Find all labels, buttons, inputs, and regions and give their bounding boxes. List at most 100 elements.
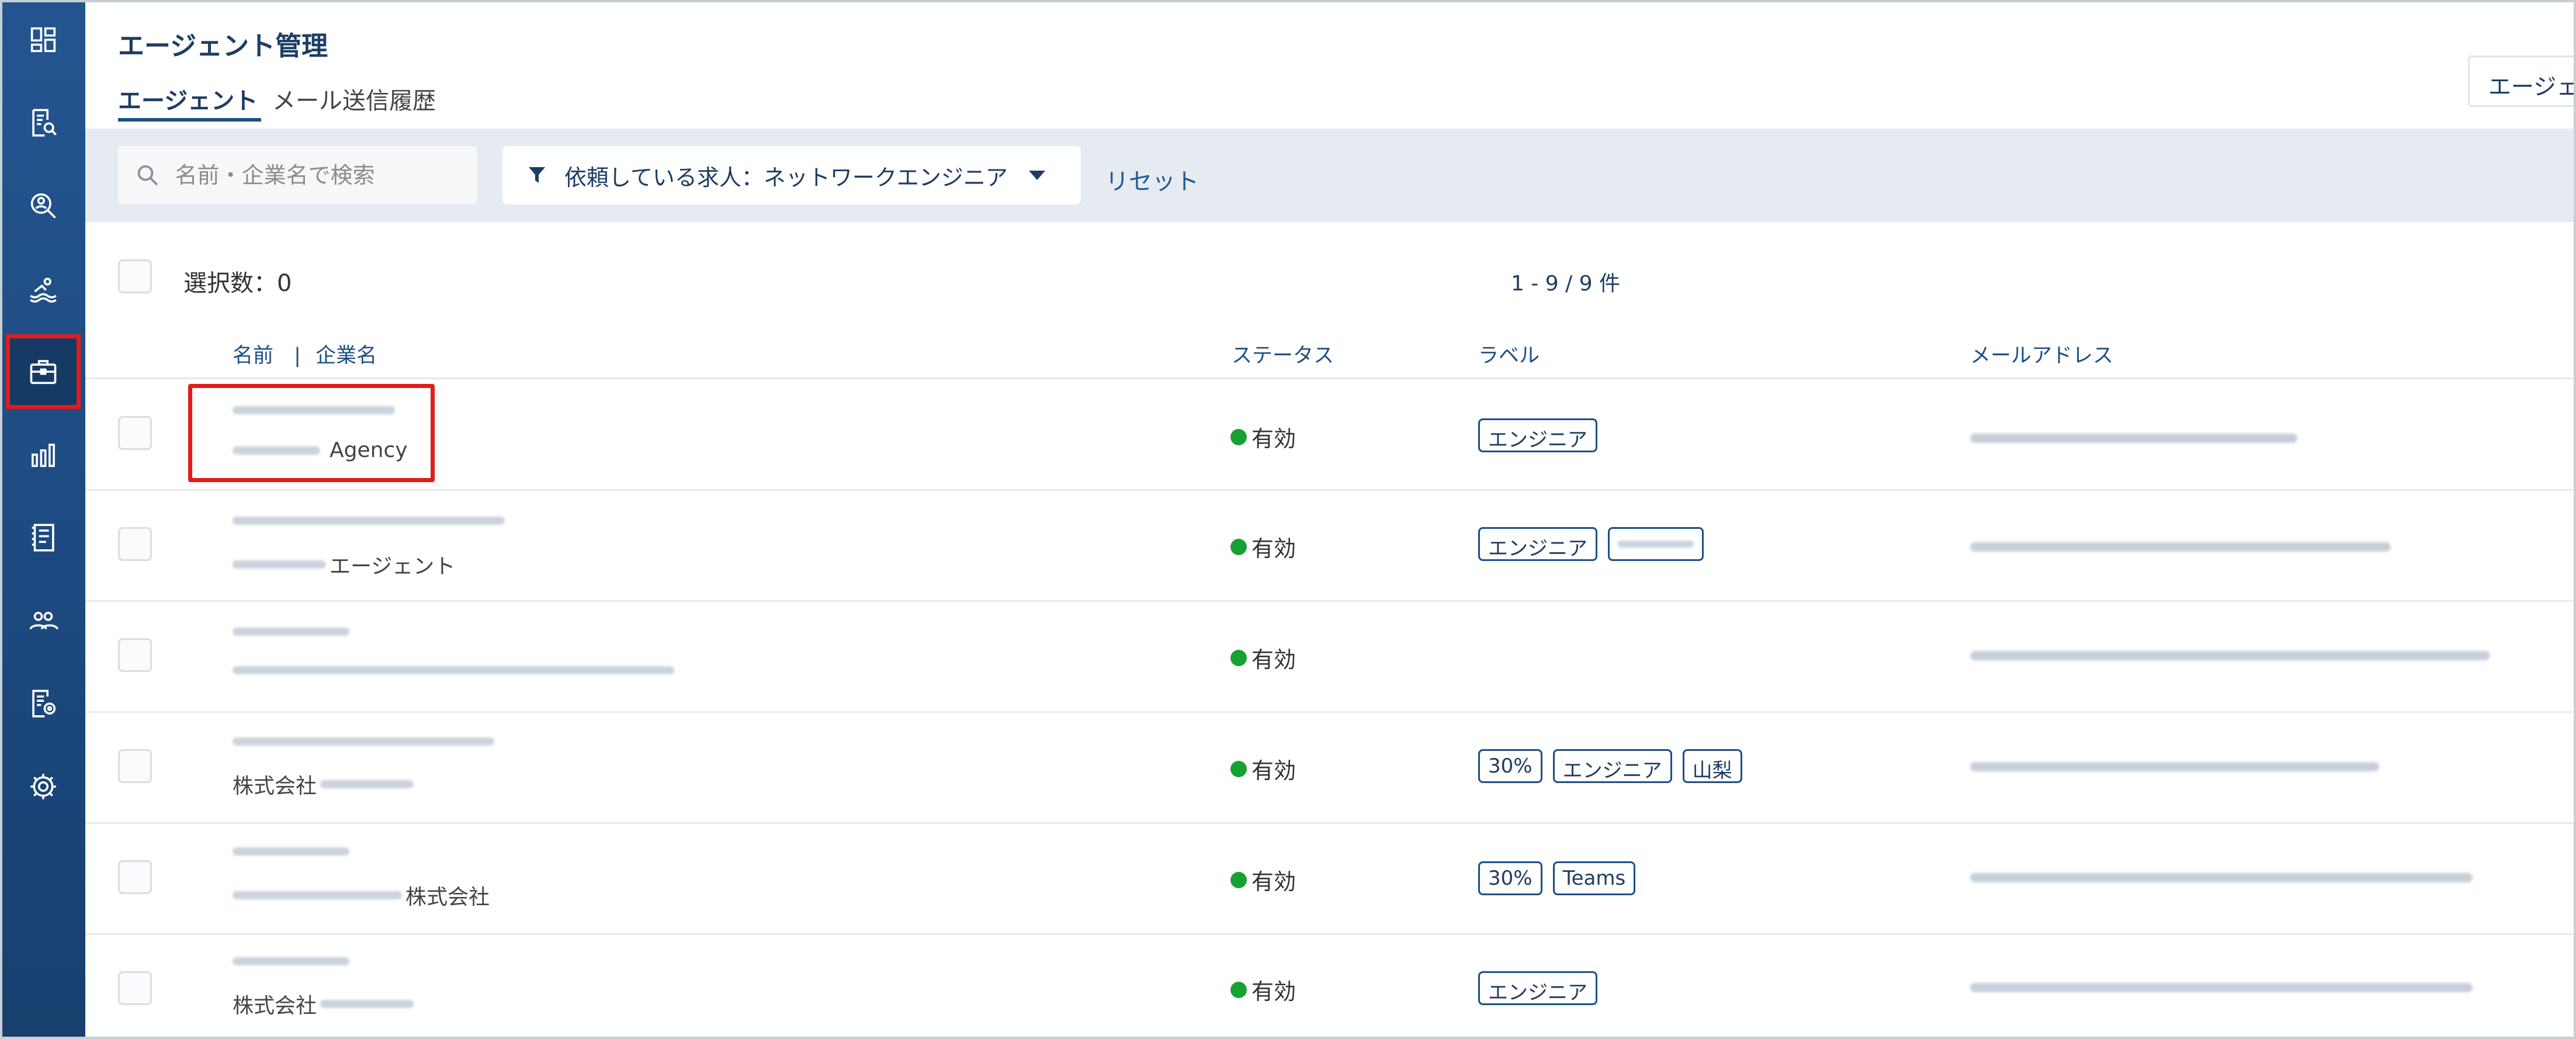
email-redacted: [1970, 651, 2490, 660]
label-tag[interactable]: エンジニア: [1478, 527, 1597, 561]
company-suffix: エージェント: [330, 555, 456, 579]
table-row[interactable]: エージェント 有効 エンジニア: [85, 491, 2576, 602]
sidebar-item-dashboard[interactable]: [6, 2, 81, 77]
email-redacted: [1970, 983, 2473, 992]
page-title: エージェント管理: [118, 30, 328, 61]
caret-down-icon: [1028, 171, 1045, 180]
agent-name-redacted: [233, 517, 505, 525]
label-tag[interactable]: Teams: [1552, 861, 1636, 895]
column-header-email[interactable]: メールアドレス: [1970, 339, 2113, 369]
highlight-box: [188, 384, 435, 482]
agent-action-button[interactable]: エージェ: [2468, 56, 2576, 107]
company-prefix: 株式会社: [233, 774, 317, 798]
sidebar-item-person-search[interactable]: [6, 168, 81, 243]
email-redacted: [1970, 542, 2391, 552]
sidebar-item-analytics[interactable]: [6, 417, 81, 492]
label-tag-redacted[interactable]: [1608, 527, 1704, 561]
page-header: エージェント管理 エージェント メール送信履歴 エージェ: [85, 0, 2576, 129]
selection-bar: 選択数：0 1 - 9 / 9 件: [85, 222, 2576, 330]
agent-name-redacted: [233, 737, 494, 746]
search-icon: [137, 165, 158, 186]
sidebar-item-settings[interactable]: [6, 749, 81, 824]
job-filter-dropdown[interactable]: 依頼している求人：ネットワークエンジニア: [502, 146, 1081, 205]
table-row[interactable]: 株式会社 有効 30% Teams: [85, 824, 2576, 935]
company-redacted: [233, 891, 402, 899]
label-list: 30% Teams: [1478, 861, 1636, 895]
email-redacted: [1970, 762, 2379, 771]
sidebar-item-book[interactable]: [6, 500, 81, 575]
agent-name-redacted: [233, 957, 349, 965]
company-name: エージェント: [233, 549, 455, 580]
company-redacted: [320, 1000, 414, 1008]
label-tag[interactable]: エンジニア: [1478, 418, 1597, 452]
sidebar-item-briefcase[interactable]: [6, 334, 81, 409]
row-checkbox[interactable]: [118, 860, 152, 894]
status-badge: 有効: [1230, 864, 1296, 896]
sidebar-item-users[interactable]: [6, 583, 81, 658]
table-row[interactable]: 株式会社 有効 エンジニア: [85, 935, 2576, 1039]
agent-name-redacted: [233, 847, 349, 856]
company-prefix: 株式会社: [233, 994, 317, 1018]
status-badge: 有効: [1230, 531, 1296, 563]
status-badge: 有効: [1230, 642, 1296, 674]
status-dot: [1230, 871, 1247, 888]
search-input[interactable]: [175, 162, 477, 188]
status-dot: [1230, 981, 1247, 998]
status-dot: [1230, 760, 1247, 777]
job-filter-label: 依頼している求人：ネットワークエンジニア: [564, 164, 1008, 191]
column-header-labels[interactable]: ラベル: [1478, 339, 1540, 369]
bar-chart-icon: [32, 444, 55, 467]
label-redacted: [1618, 541, 1694, 548]
status-text: 有効: [1251, 979, 1296, 1005]
sidebar-item-document-settings[interactable]: [6, 666, 81, 741]
reset-link[interactable]: リセット: [1105, 162, 1199, 196]
row-checkbox[interactable]: [118, 416, 152, 450]
company-suffix: 株式会社: [405, 885, 490, 909]
column-name-label: 名前: [233, 344, 274, 368]
status-badge: 有効: [1230, 421, 1296, 453]
column-header-status[interactable]: ステータス: [1232, 339, 1334, 369]
table-row[interactable]: Agency 有効 エンジニア: [85, 380, 2576, 491]
users-icon: [29, 611, 58, 630]
table-row[interactable]: 有効: [85, 602, 2576, 713]
agent-name-redacted: [233, 628, 349, 636]
book-icon: [32, 524, 54, 552]
label-list: 30% エンジニア 山梨: [1478, 749, 1742, 783]
filter-icon: [529, 167, 545, 183]
status-text: 有効: [1251, 426, 1296, 452]
row-checkbox[interactable]: [118, 749, 152, 783]
select-all-checkbox[interactable]: [118, 259, 152, 293]
search-box[interactable]: [118, 146, 477, 205]
status-text: 有効: [1251, 758, 1296, 784]
tab-mail-history[interactable]: メール送信履歴: [272, 82, 436, 116]
header-divider: [85, 377, 2576, 379]
column-header-name[interactable]: 名前 | 企業名: [233, 339, 377, 369]
status-text: 有効: [1251, 869, 1296, 895]
row-checkbox[interactable]: [118, 971, 152, 1005]
label-tag[interactable]: 山梨: [1682, 749, 1742, 783]
status-dot: [1230, 428, 1247, 445]
status-badge: 有効: [1230, 753, 1296, 785]
email-redacted: [1970, 434, 2297, 443]
label-tag[interactable]: エンジニア: [1552, 749, 1672, 783]
table-row[interactable]: 株式会社 有効 30% エンジニア 山梨: [85, 713, 2576, 824]
company-redacted: [233, 560, 326, 569]
label-tag[interactable]: エンジニア: [1478, 971, 1597, 1005]
label-tag[interactable]: 30%: [1478, 861, 1542, 895]
sidebar-item-document-search[interactable]: [6, 85, 81, 160]
column-company-label: 企業名: [316, 344, 377, 368]
row-checkbox[interactable]: [118, 638, 152, 672]
row-checkbox[interactable]: [118, 527, 152, 561]
label-tag[interactable]: 30%: [1478, 749, 1542, 783]
label-list: エンジニア: [1478, 527, 1704, 561]
swimmer-icon: [30, 278, 57, 303]
label-list: エンジニア: [1478, 971, 1597, 1005]
tab-agents[interactable]: エージェント: [118, 82, 262, 122]
status-dot: [1230, 649, 1247, 666]
status-dot: [1230, 538, 1247, 555]
company-name: 株式会社: [233, 989, 417, 1019]
document-search-icon: [32, 109, 57, 137]
company-name: 株式会社: [233, 769, 417, 799]
sidebar-item-swimmer[interactable]: [6, 251, 81, 326]
company-redacted: [320, 780, 414, 788]
